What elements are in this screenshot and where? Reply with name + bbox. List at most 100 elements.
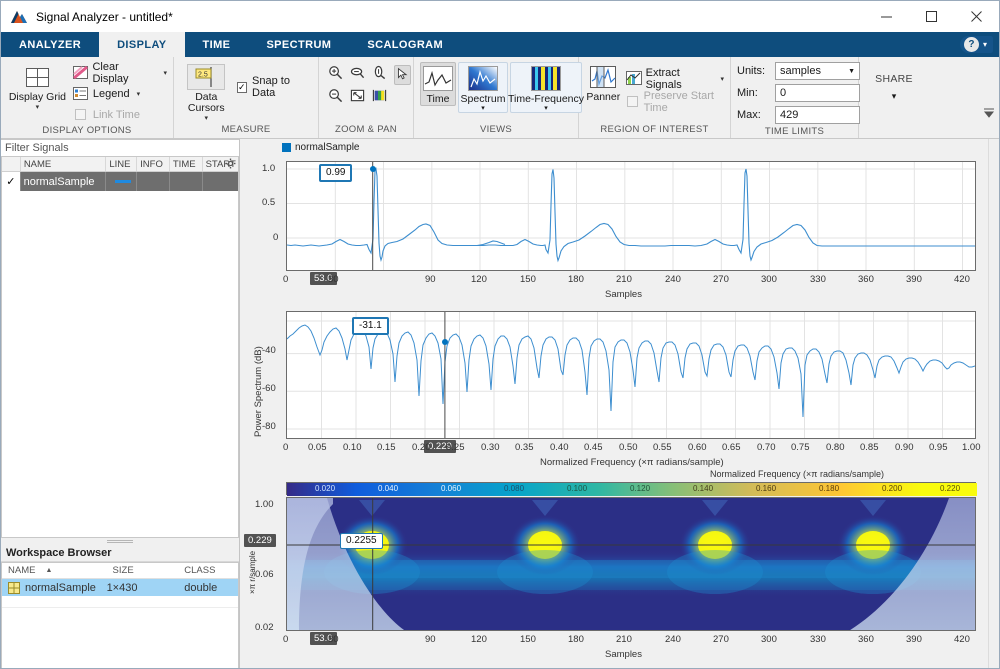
col-line[interactable]: LINE (106, 157, 137, 171)
collapse-ribbon-icon[interactable] (983, 108, 995, 122)
col-check (2, 157, 21, 171)
time-plot-canvas (287, 162, 976, 271)
pan-colormap-icon[interactable] (372, 88, 387, 106)
view-time-frequency-caret-icon[interactable]: ▾ (544, 105, 548, 112)
extract-signals-caret-icon[interactable]: ▾ (720, 75, 724, 83)
chevron-down-icon[interactable]: ▾ (983, 40, 987, 49)
panner-icon (590, 63, 616, 91)
help-button[interactable]: ? ▾ (960, 36, 993, 53)
ws-col-name-label: NAME (8, 565, 35, 576)
time-x-tick: 150 (520, 274, 536, 285)
spectrum-x-tick: 0.30 (481, 442, 500, 453)
tab-display[interactable]: DISPLAY (99, 32, 184, 57)
display-grid-caret-icon[interactable]: ▾ (36, 104, 40, 111)
workspace-browser-table: NAME ▲ SIZE CLASS normalSample (1, 562, 239, 669)
table-row[interactable]: ✓ normalSample (2, 172, 238, 191)
signal-table: NAME LINE INFO TIME START ✓ normalSample (1, 157, 239, 538)
panner-button[interactable]: Panner (585, 61, 622, 103)
tab-time[interactable]: TIME (185, 32, 249, 57)
scalogram-axes[interactable] (286, 497, 976, 631)
spectrum-y-tick: -80 (262, 421, 276, 432)
panel-splitter[interactable] (1, 538, 239, 545)
tab-analyzer[interactable]: ANALYZER (1, 32, 99, 57)
chevron-down-icon[interactable]: ▼ (848, 68, 855, 75)
group-label-views: VIEWS (414, 123, 578, 138)
colorbar-tick: 0.160 (756, 484, 776, 493)
scalogram-x-tick: 300 (761, 634, 777, 645)
view-time-frequency-button[interactable]: Time-Frequency ▾ (510, 62, 582, 113)
col-info[interactable]: INFO (137, 157, 170, 171)
clear-display-button[interactable]: Clear Display ▾ (72, 63, 167, 82)
list-item[interactable]: normalSample 1×430 double (2, 579, 238, 596)
zoom-y-icon[interactable] (372, 65, 387, 85)
tab-scalogram[interactable]: SCALOGRAM (349, 32, 461, 57)
scalogram-x-tick: 330 (810, 634, 826, 645)
spectrum-x-axis-label: Normalized Frequency (×π radians/sample) (540, 457, 724, 468)
grid-icon (25, 63, 50, 91)
view-spectrum-button[interactable]: Spectrum ▾ (458, 62, 508, 113)
fit-to-view-icon[interactable] (350, 88, 365, 106)
ws-col-name[interactable]: NAME ▲ (2, 563, 107, 578)
view-time-button[interactable]: Time (420, 62, 456, 106)
zoom-out-icon[interactable] (328, 88, 343, 106)
ws-item-size: 1×430 (107, 582, 179, 594)
col-time[interactable]: TIME (170, 157, 203, 171)
colorbar-tick: 0.020 (315, 484, 335, 493)
legend-button[interactable]: Legend ▾ (72, 84, 167, 103)
scalogram-x-axis-label: Samples (605, 649, 642, 660)
signal-visible-checkbox[interactable]: ✓ (2, 172, 21, 191)
display-area: normalSample (240, 139, 999, 669)
legend-color-swatch (282, 143, 291, 152)
scalogram-cursor-value-tip[interactable]: 0.2255 (340, 533, 383, 549)
left-panel: Filter Signals NAME LINE INFO TIME START… (1, 139, 240, 669)
matrix-icon (8, 582, 20, 594)
ribbon-group-display-options: Display Grid ▾ Clear Display ▾ (1, 57, 174, 138)
close-button[interactable] (954, 1, 999, 32)
time-plot-axes[interactable] (286, 161, 976, 271)
filter-signals-input[interactable]: Filter Signals (1, 139, 239, 157)
gear-icon[interactable] (225, 158, 236, 169)
display-grid-label: Display Grid (9, 92, 66, 103)
units-row: Units: samples ▼ (737, 61, 860, 81)
ribbon-group-views: Time Spectrum ▾ (414, 57, 579, 138)
spectrum-x-tick: 0.20 (412, 442, 431, 453)
snap-to-data-check-icon[interactable]: ✓ (237, 82, 247, 93)
max-label: Max: (737, 109, 771, 121)
legend-caret-icon[interactable]: ▾ (137, 90, 141, 98)
max-input[interactable]: 429 (775, 106, 860, 124)
snap-to-data-label[interactable]: Snap to Data (252, 75, 312, 99)
zoom-in-x-icon[interactable] (328, 65, 343, 85)
share-button[interactable]: SHARE ▾ (869, 73, 919, 102)
tab-spectrum[interactable]: SPECTRUM (248, 32, 349, 57)
window-title: Signal Analyzer - untitled* (36, 10, 173, 24)
time-x-tick: 210 (616, 274, 632, 285)
spectrum-plot-axes[interactable] (286, 311, 976, 439)
display-grid-button[interactable]: Display Grid ▾ (7, 61, 68, 111)
scalogram-x-tick: 360 (858, 634, 874, 645)
spectrum-y-tick: -60 (262, 383, 276, 394)
ws-col-class[interactable]: CLASS (178, 563, 238, 578)
maximize-button[interactable] (909, 1, 954, 32)
app-logo-icon (9, 8, 31, 26)
col-name[interactable]: NAME (21, 157, 107, 171)
time-x-tick: 360 (858, 274, 874, 285)
data-cursors-button[interactable]: 2.5 Data Cursors ▾ (180, 61, 233, 122)
data-cursors-caret-icon[interactable]: ▾ (205, 115, 209, 122)
zoom-x-icon[interactable] (350, 65, 365, 85)
min-input[interactable]: 0 (775, 84, 860, 102)
time-cursor-value-tip[interactable]: 0.99 (319, 164, 352, 182)
share-caret-icon[interactable]: ▾ (892, 91, 897, 102)
scalogram-cursor-y-tag[interactable]: 0.229 (244, 534, 276, 547)
clear-display-caret-icon[interactable]: ▾ (163, 69, 167, 77)
spectrum-cursor-value-tip[interactable]: -31.1 (352, 317, 389, 335)
scalogram-x-tick: 30 (328, 634, 339, 645)
units-select[interactable]: samples ▼ (775, 62, 860, 80)
time-plot-legend[interactable]: normalSample (282, 142, 359, 153)
plot-scrollbar[interactable] (988, 139, 999, 669)
ws-col-size[interactable]: SIZE (107, 563, 179, 578)
pointer-select-icon[interactable] (394, 65, 411, 85)
view-spectrum-caret-icon[interactable]: ▾ (481, 105, 485, 112)
extract-signals-button[interactable]: Extract Signals ▾ (626, 69, 724, 88)
minimize-button[interactable] (864, 1, 909, 32)
signal-line-style[interactable] (106, 172, 137, 191)
